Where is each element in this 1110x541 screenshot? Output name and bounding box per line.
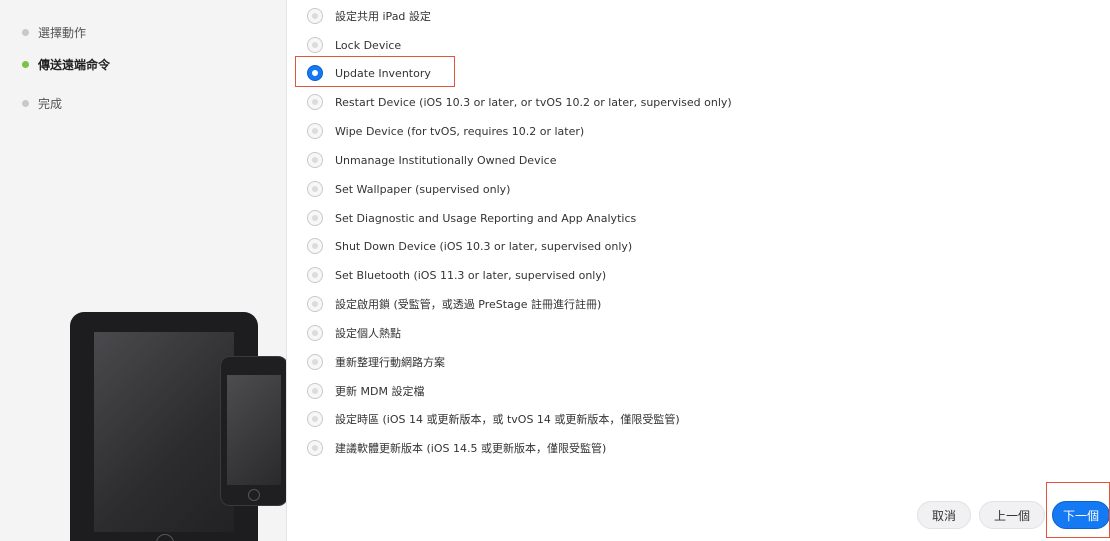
step-label: 選擇動作 xyxy=(38,26,87,40)
step-send-remote-command: 傳送遠端命令 xyxy=(22,56,110,73)
option-restart-device[interactable]: Restart Device (iOS 10.3 or later, or tv… xyxy=(307,92,732,112)
option-label: 更新 MDM 設定檔 xyxy=(335,385,425,398)
option-set-diagnostic-reporting[interactable]: Set Diagnostic and Usage Reporting and A… xyxy=(307,208,636,228)
option-unmanage-device[interactable]: Unmanage Institutionally Owned Device xyxy=(307,150,556,170)
option-label: 設定個人熱點 xyxy=(335,327,401,340)
back-button[interactable]: 上一個 xyxy=(979,501,1045,529)
option-label: 設定共用 iPad 設定 xyxy=(335,10,431,23)
step-done: 完成 xyxy=(22,95,62,112)
step-dot-icon xyxy=(22,29,29,36)
step-label: 傳送遠端命令 xyxy=(38,58,111,72)
radio-icon[interactable] xyxy=(307,325,323,341)
radio-icon[interactable] xyxy=(307,296,323,312)
radio-icon[interactable] xyxy=(307,383,323,399)
radio-icon[interactable] xyxy=(307,411,323,427)
radio-icon[interactable] xyxy=(307,123,323,139)
option-shut-down-device[interactable]: Shut Down Device (iOS 10.3 or later, sup… xyxy=(307,236,632,256)
option-set-activation-lock[interactable]: 設定啟用鎖 (受監管，或透過 PreStage 註冊進行註冊) xyxy=(307,294,601,314)
option-update-mdm-profile[interactable]: 更新 MDM 設定檔 xyxy=(307,381,424,401)
cancel-button[interactable]: 取消 xyxy=(917,501,971,529)
radio-icon[interactable] xyxy=(307,354,323,370)
option-recommend-software-update[interactable]: 建議軟體更新版本 (iOS 14.5 或更新版本，僅限受監管) xyxy=(307,438,606,458)
radio-icon[interactable] xyxy=(307,210,323,226)
option-label: 設定時區 (iOS 14 或更新版本，或 tvOS 14 或更新版本，僅限受監管… xyxy=(335,413,680,426)
option-label: Set Wallpaper (supervised only) xyxy=(335,182,511,196)
radio-icon[interactable] xyxy=(307,267,323,283)
option-label: 重新整理行動網路方案 xyxy=(335,356,445,369)
option-label: Set Bluetooth (iOS 11.3 or later, superv… xyxy=(335,268,607,282)
radio-icon[interactable] xyxy=(307,152,323,168)
option-label: Shut Down Device (iOS 10.3 or later, sup… xyxy=(335,239,633,253)
option-label: Lock Device xyxy=(335,38,402,52)
radio-icon[interactable] xyxy=(307,238,323,254)
step-select-action: 選擇動作 xyxy=(22,24,86,41)
step-label: 完成 xyxy=(38,97,63,111)
ipad-home-button-icon xyxy=(156,534,174,541)
iphone-screen xyxy=(227,375,281,485)
option-label: 設定啟用鎖 (受監管，或透過 PreStage 註冊進行註冊) xyxy=(335,298,602,311)
option-label: Wipe Device (for tvOS, requires 10.2 or … xyxy=(335,124,585,138)
option-wipe-device[interactable]: Wipe Device (for tvOS, requires 10.2 or … xyxy=(307,121,584,141)
next-button-highlight-box xyxy=(1046,482,1110,538)
wizard-sidebar: 選擇動作 傳送遠端命令 完成 xyxy=(0,0,287,541)
option-set-personal-hotspot[interactable]: 設定個人熱點 xyxy=(307,323,401,343)
step-dot-icon xyxy=(22,61,29,68)
option-refresh-cellular-plans[interactable]: 重新整理行動網路方案 xyxy=(307,352,445,372)
radio-icon[interactable] xyxy=(307,37,323,53)
option-set-bluetooth[interactable]: Set Bluetooth (iOS 11.3 or later, superv… xyxy=(307,265,606,285)
iphone-illustration-icon xyxy=(220,356,286,506)
radio-icon[interactable] xyxy=(307,8,323,24)
option-lock-device[interactable]: Lock Device xyxy=(307,35,401,55)
radio-icon[interactable] xyxy=(307,181,323,197)
step-dot-icon xyxy=(22,100,29,107)
option-set-time-zone[interactable]: 設定時區 (iOS 14 或更新版本，或 tvOS 14 或更新版本，僅限受監管… xyxy=(307,409,680,429)
option-label: Unmanage Institutionally Owned Device xyxy=(335,153,557,167)
option-label: Restart Device (iOS 10.3 or later, or tv… xyxy=(335,95,732,109)
ipad-screen xyxy=(94,332,234,532)
radio-icon[interactable] xyxy=(307,94,323,110)
option-label: Set Diagnostic and Usage Reporting and A… xyxy=(335,211,637,225)
selection-highlight-box xyxy=(295,56,455,87)
option-shared-ipad-settings[interactable]: 設定共用 iPad 設定 xyxy=(307,6,431,26)
option-set-wallpaper[interactable]: Set Wallpaper (supervised only) xyxy=(307,179,510,199)
radio-icon[interactable] xyxy=(307,440,323,456)
iphone-home-button-icon xyxy=(248,489,260,501)
option-label: 建議軟體更新版本 (iOS 14.5 或更新版本，僅限受監管) xyxy=(335,442,607,455)
